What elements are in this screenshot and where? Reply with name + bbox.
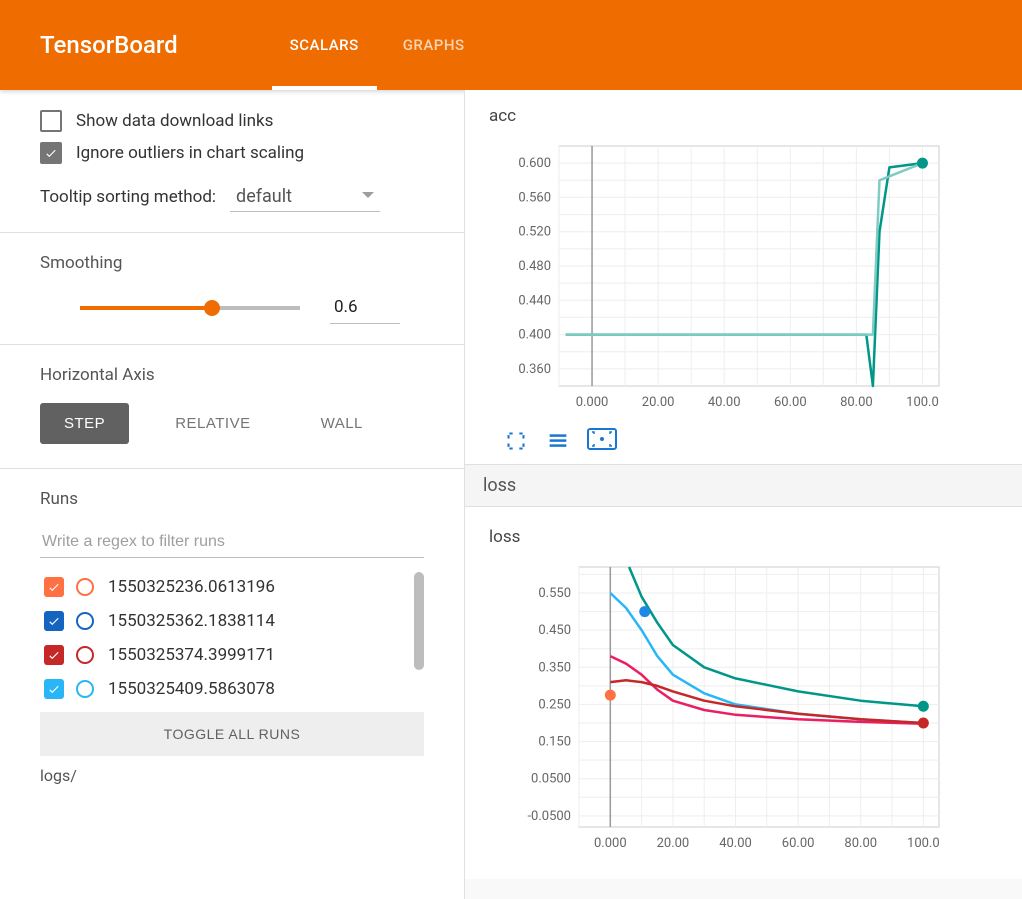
svg-text:20.00: 20.00 — [642, 395, 675, 410]
app-header: TensorBoard SCALARS GRAPHS — [0, 0, 1022, 90]
svg-text:60.00: 60.00 — [782, 836, 815, 851]
svg-text:0.0500: 0.0500 — [531, 772, 571, 787]
runs-label: Runs — [40, 489, 424, 509]
run-color-icon — [76, 646, 94, 664]
scrollbar-thumb[interactable] — [414, 572, 424, 670]
expand-icon[interactable] — [503, 428, 529, 454]
show-download-links-label: Show data download links — [76, 111, 273, 131]
runs-filter-input[interactable] — [40, 527, 424, 558]
smoothing-label: Smoothing — [40, 253, 424, 273]
axis-step-button[interactable]: STEP — [40, 403, 129, 444]
axis-relative-button[interactable]: RELATIVE — [151, 403, 274, 444]
svg-text:0.600: 0.600 — [518, 156, 551, 171]
smoothing-section: Smoothing 0.6 — [0, 233, 464, 345]
svg-text:0.450: 0.450 — [538, 623, 571, 638]
show-download-links-checkbox[interactable] — [40, 110, 62, 132]
svg-text:100.0: 100.0 — [907, 836, 940, 851]
svg-text:0.440: 0.440 — [518, 293, 551, 308]
header-tabs: SCALARS GRAPHS — [268, 0, 487, 90]
svg-text:0.480: 0.480 — [518, 259, 551, 274]
svg-text:0.400: 0.400 — [518, 328, 551, 343]
run-color-icon — [76, 578, 94, 596]
svg-text:0.560: 0.560 — [518, 190, 551, 205]
tooltip-sorting-value: default — [236, 186, 292, 207]
loss-chart-title: loss — [489, 527, 1006, 547]
run-row: 1550325374.3999171 — [40, 638, 404, 672]
axis-wall-button[interactable]: WALL — [297, 403, 387, 444]
horizontal-axis-label: Horizontal Axis — [40, 365, 424, 385]
acc-chart[interactable]: 0.360 0.400 0.440 0.480 0.520 0.560 0.600 0.000… — [489, 132, 969, 422]
svg-text:0.360: 0.360 — [518, 362, 551, 377]
run-row: 1550325362.1838114 — [40, 604, 404, 638]
tab-scalars[interactable]: SCALARS — [268, 0, 381, 90]
run-checkbox[interactable] — [44, 645, 64, 665]
fit-icon[interactable] — [587, 428, 617, 450]
svg-text:40.00: 40.00 — [719, 836, 752, 851]
tooltip-sorting-label: Tooltip sorting method: — [40, 187, 216, 207]
slider-knob[interactable] — [204, 300, 220, 316]
tab-graphs[interactable]: GRAPHS — [381, 0, 487, 90]
loss-chart-card: loss -0.0500 0.0500 0.150 0.250 0.350 0.450 0.… — [465, 507, 1022, 879]
svg-text:0.250: 0.250 — [538, 697, 571, 712]
smoothing-value-input[interactable]: 0.6 — [330, 291, 400, 324]
run-color-icon — [76, 680, 94, 698]
loss-chart[interactable]: -0.0500 0.0500 0.150 0.250 0.350 0.450 0.550 0.… — [489, 553, 969, 869]
svg-text:-0.0500: -0.0500 — [527, 809, 571, 824]
svg-text:20.00: 20.00 — [657, 836, 690, 851]
log-path: logs/ — [40, 766, 424, 785]
run-checkbox[interactable] — [44, 611, 64, 631]
svg-text:0.000: 0.000 — [594, 836, 627, 851]
run-name: 1550325362.1838114 — [108, 611, 275, 631]
run-checkbox[interactable] — [44, 577, 64, 597]
ignore-outliers-label: Ignore outliers in chart scaling — [76, 143, 304, 163]
svg-text:0.350: 0.350 — [538, 660, 571, 675]
svg-text:80.00: 80.00 — [840, 395, 873, 410]
svg-text:60.00: 60.00 — [774, 395, 807, 410]
svg-text:0.000: 0.000 — [576, 395, 609, 410]
run-name: 1550325409.5863078 — [108, 679, 275, 699]
chevron-down-icon — [362, 192, 374, 198]
svg-text:40.00: 40.00 — [708, 395, 741, 410]
sidebar: Show data download links Ignore outliers… — [0, 90, 465, 899]
acc-chart-card: acc 0.3600.4000.4400.4800.5200.5600.6000… — [465, 90, 1022, 464]
run-name: 1550325236.0613196 — [108, 577, 275, 597]
ignore-outliers-checkbox[interactable] — [40, 142, 62, 164]
run-name: 1550325374.3999171 — [108, 645, 275, 665]
acc-chart-title: acc — [489, 106, 1006, 126]
svg-text:100.0: 100.0 — [906, 395, 939, 410]
app-brand: TensorBoard — [40, 31, 178, 59]
smoothing-slider[interactable] — [80, 306, 300, 310]
runs-list: 1550325236.0613196 1550325362.1838114 15… — [40, 570, 424, 706]
svg-text:0.150: 0.150 — [538, 735, 571, 750]
options-section: Show data download links Ignore outliers… — [0, 90, 464, 233]
loss-section-header[interactable]: loss — [465, 464, 1022, 507]
main-content: acc 0.3600.4000.4400.4800.5200.5600.6000… — [465, 90, 1022, 899]
run-row: 1550325236.0613196 — [40, 570, 404, 604]
tooltip-sorting-dropdown[interactable]: default — [230, 182, 380, 212]
run-color-icon — [76, 612, 94, 630]
run-checkbox[interactable] — [44, 679, 64, 699]
horizontal-axis-section: Horizontal Axis STEP RELATIVE WALL — [0, 345, 464, 469]
list-icon[interactable] — [545, 428, 571, 454]
svg-text:0.520: 0.520 — [518, 225, 551, 240]
svg-text:80.00: 80.00 — [844, 836, 877, 851]
run-row: 1550325409.5863078 — [40, 672, 404, 706]
runs-section: Runs 1550325236.0613196 1550325362.18381… — [0, 469, 464, 793]
toggle-all-runs-button[interactable]: TOGGLE ALL RUNS — [40, 712, 424, 756]
svg-text:0.550: 0.550 — [538, 586, 571, 601]
